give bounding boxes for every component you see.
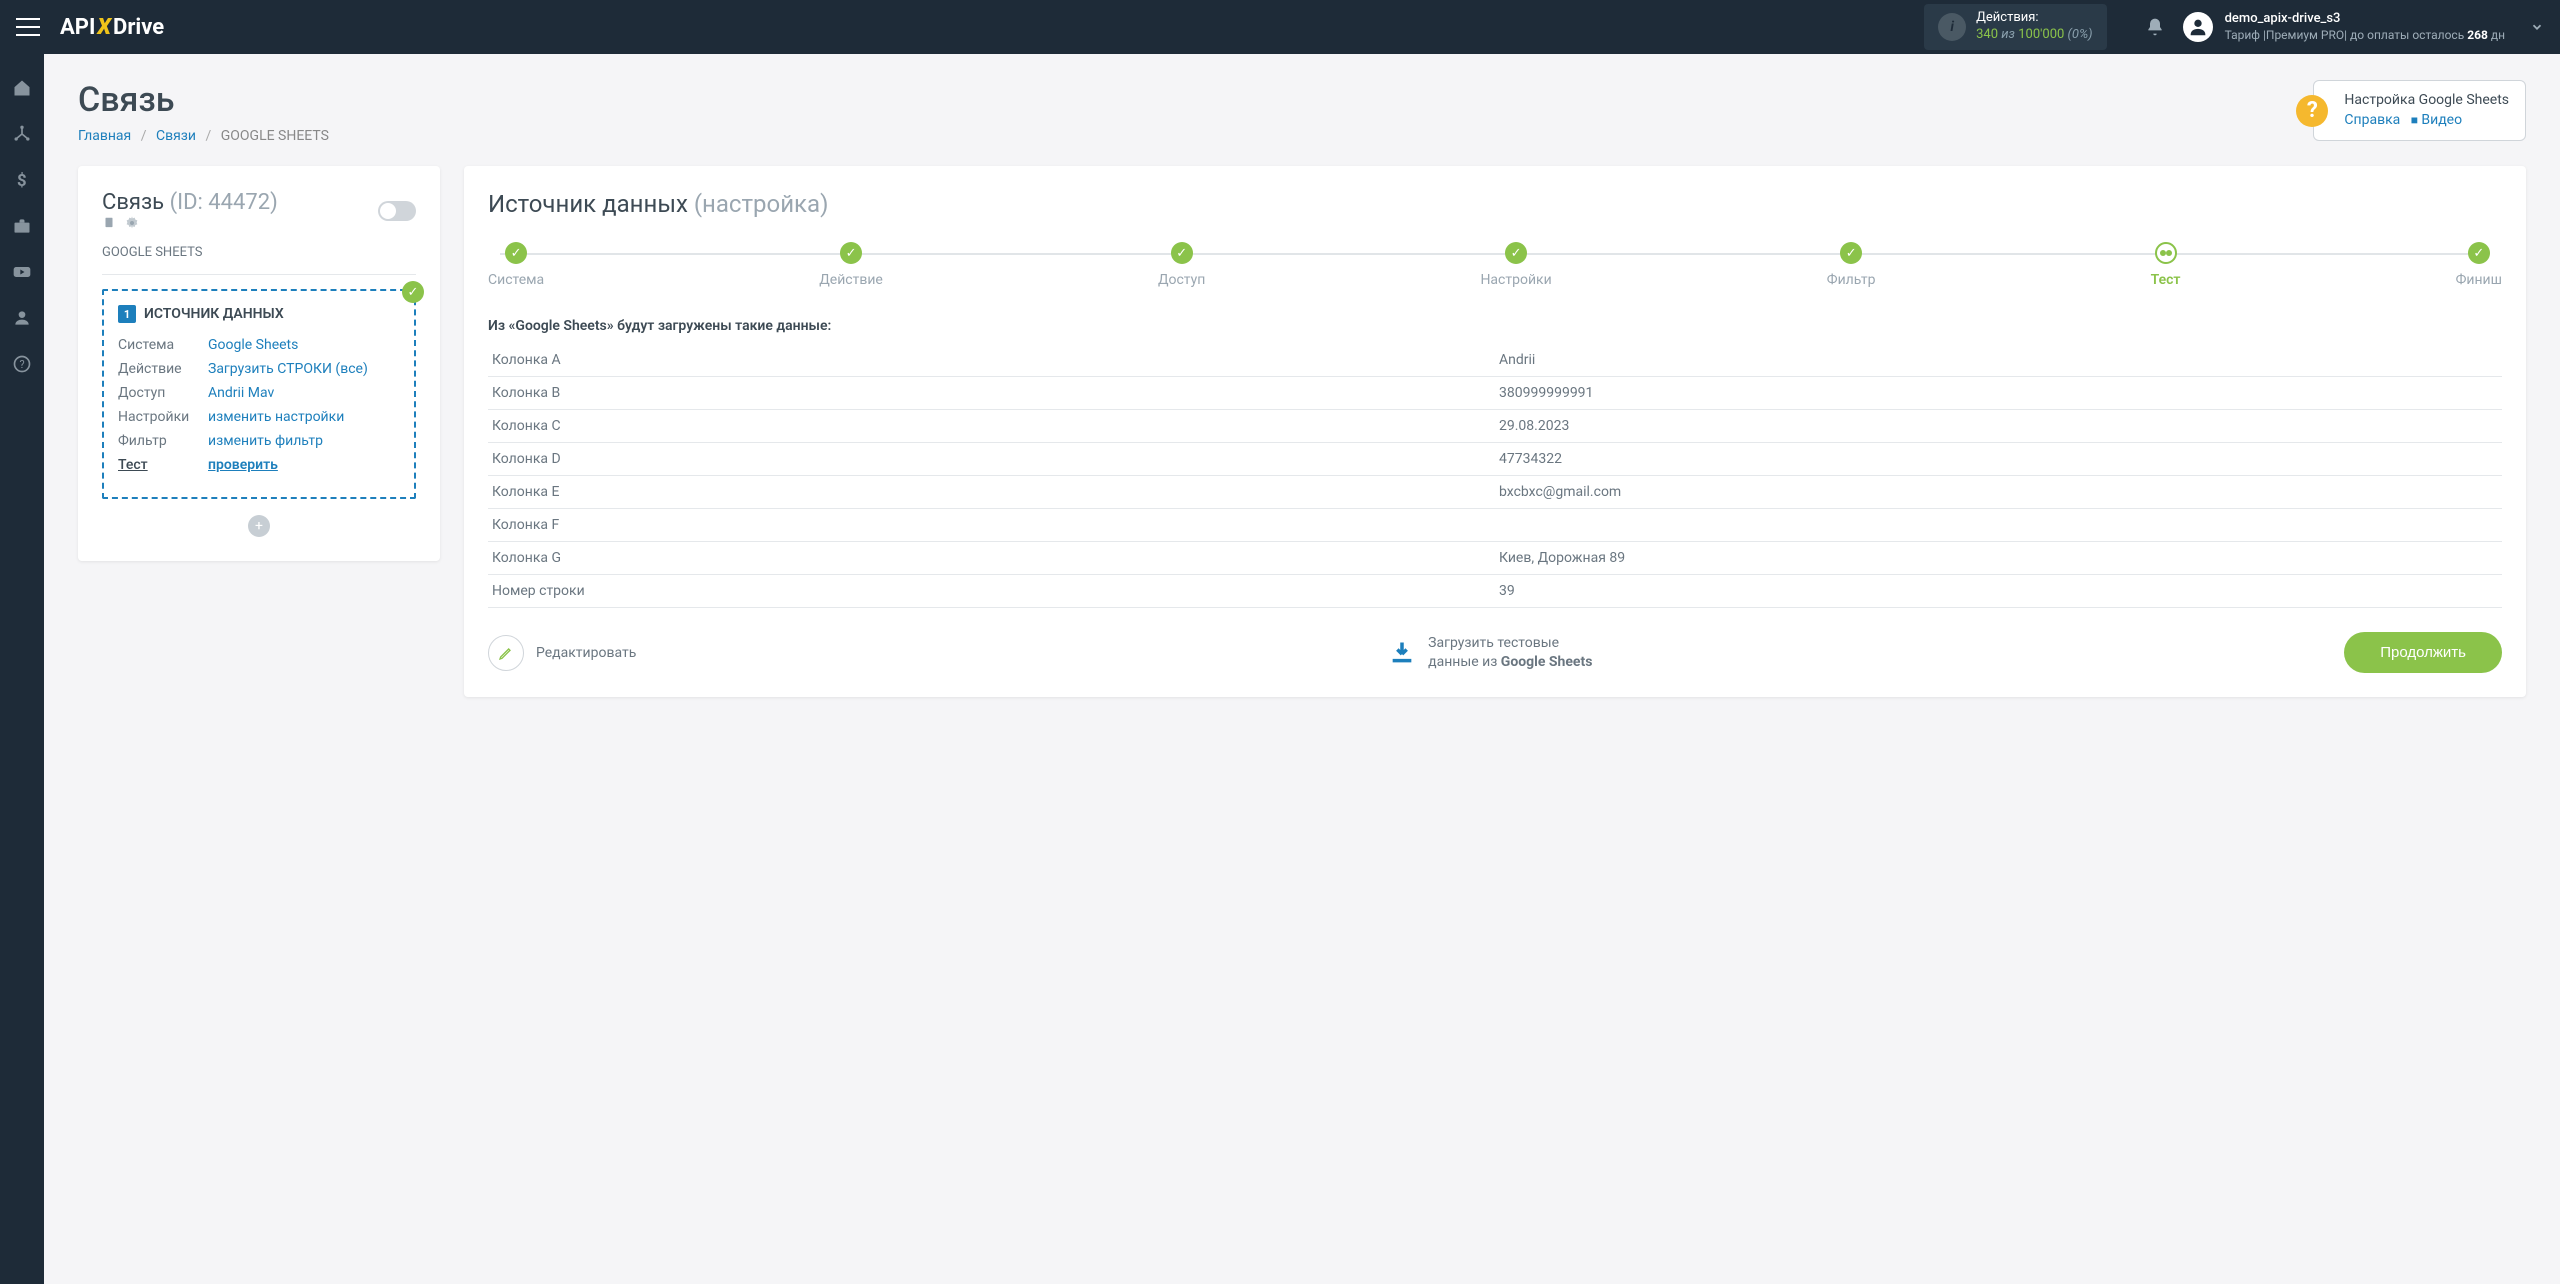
svg-text:?: ? [20,358,25,371]
connection-toggle[interactable] [378,201,416,221]
table-row: Колонка F [488,509,2502,542]
source-box: ✓ 1 ИСТОЧНИК ДАННЫХ СистемаGoogle Sheets… [102,289,416,499]
connection-title: Связь (ID: 44472) [102,190,278,231]
page-title: Связь [78,80,329,120]
source-head: 1 ИСТОЧНИК ДАННЫХ [118,305,400,323]
breadcrumb: Главная / Связи / GOOGLE SHEETS [78,128,329,144]
home-icon[interactable] [12,78,32,98]
logo-x: X [97,15,111,40]
connection-subtitle: GOOGLE SHEETS [102,245,416,275]
actions-label: Действия: [1976,10,2092,27]
step-финиш[interactable]: ✓Финиш [2456,242,2502,288]
step-действие[interactable]: ✓Действие [819,242,883,288]
step-доступ[interactable]: ✓Доступ [1158,242,1205,288]
logo[interactable]: API X Drive [60,15,164,40]
copy-icon[interactable] [102,216,116,230]
actions-counter[interactable]: i Действия: 340 из 100'000 (0%) [1924,4,2106,50]
source-row[interactable]: Тестпроверить [118,457,400,473]
step-настройки[interactable]: ✓Настройки [1480,242,1551,288]
source-row[interactable]: Настройкиизменить настройки [118,409,400,425]
source-row[interactable]: СистемаGoogle Sheets [118,337,400,353]
main-content: Связь Главная / Связи / GOOGLE SHEETS ? … [44,54,2560,1284]
data-table: Колонка AAndriiКолонка B380999999991Коло… [488,344,2502,608]
actions-values: 340 из 100'000 (0%) [1976,27,2092,44]
step-фильтр[interactable]: ✓Фильтр [1827,242,1876,288]
breadcrumb-home[interactable]: Главная [78,128,131,144]
num-badge: 1 [118,305,136,323]
continue-button[interactable]: Продолжить [2344,632,2502,673]
logo-text-pre: API [60,15,95,40]
connection-card: Связь (ID: 44472) GOOGLE SHEETS ✓ 1 ИСТ [78,166,440,561]
help-icon[interactable]: ? [12,354,32,374]
load-test-button[interactable]: Загрузить тестовые данные из Google Shee… [1388,634,1592,670]
load-text: Загрузить тестовые данные из Google Shee… [1428,634,1592,670]
pencil-icon [488,635,524,671]
data-source-title: Источник данных (настройка) [488,190,2502,218]
user-icon[interactable] [12,308,32,328]
table-row: Колонка GКиев, Дорожная 89 [488,542,2502,575]
add-button[interactable]: + [248,515,270,537]
table-row: Колонка AAndrii [488,344,2502,377]
connections-icon[interactable] [12,124,32,144]
sidebar: $ ? [0,54,44,1284]
video-icon: ■ [2411,113,2418,127]
step-тест[interactable]: Тест [2151,242,2181,288]
table-row: Колонка C29.08.2023 [488,410,2502,443]
step-система[interactable]: ✓Система [488,242,544,288]
data-section-title: Из «Google Sheets» будут загружены такие… [488,318,2502,334]
help-circle-icon: ? [2296,95,2328,127]
breadcrumb-current: GOOGLE SHEETS [221,128,329,144]
help-title: Настройка Google Sheets [2344,91,2509,111]
edit-label: Редактировать [536,645,636,661]
gear-icon[interactable] [124,215,140,231]
breadcrumb-links[interactable]: Связи [156,128,196,144]
briefcase-icon[interactable] [12,216,32,236]
help-ref-link[interactable]: Справка [2344,112,2400,128]
help-panel: ? Настройка Google Sheets Справка ■ Виде… [2313,80,2526,141]
source-row[interactable]: ДоступAndrii Mav [118,385,400,401]
table-row: Колонка Ebxcbxc@gmail.com [488,476,2502,509]
table-row: Колонка D47734322 [488,443,2502,476]
chevron-down-icon[interactable] [2530,20,2544,34]
topbar: API X Drive i Действия: 340 из 100'000 (… [0,0,2560,54]
stepper: ✓Система ✓Действие ✓Доступ ✓Настройки ✓Фильт… [488,242,2502,288]
youtube-icon[interactable] [12,262,32,282]
user-name: demo_apix-drive_s3 [2225,11,2505,28]
menu-toggle[interactable] [16,18,40,36]
logo-text-post: Drive [113,15,164,40]
edit-button[interactable]: Редактировать [488,635,636,671]
notifications-icon[interactable] [2145,17,2165,37]
user-block[interactable]: demo_apix-drive_s3 Тариф |Премиум PRO| д… [2225,11,2505,43]
help-video-link[interactable]: Видео [2421,112,2462,128]
source-check-icon: ✓ [402,281,424,303]
user-plan: Тариф |Премиум PRO| до оплаты осталось 2… [2225,28,2505,44]
avatar[interactable] [2183,12,2213,42]
download-icon [1388,639,1416,667]
table-row: Номер строки39 [488,575,2502,608]
table-row: Колонка B380999999991 [488,377,2502,410]
svg-text:$: $ [17,172,27,190]
data-source-card: Источник данных (настройка) ✓Система ✓Дей… [464,166,2526,697]
source-row[interactable]: ДействиеЗагрузить СТРОКИ (все) [118,361,400,377]
source-row[interactable]: Фильтризменить фильтр [118,433,400,449]
billing-icon[interactable]: $ [12,170,32,190]
info-icon: i [1938,13,1966,41]
